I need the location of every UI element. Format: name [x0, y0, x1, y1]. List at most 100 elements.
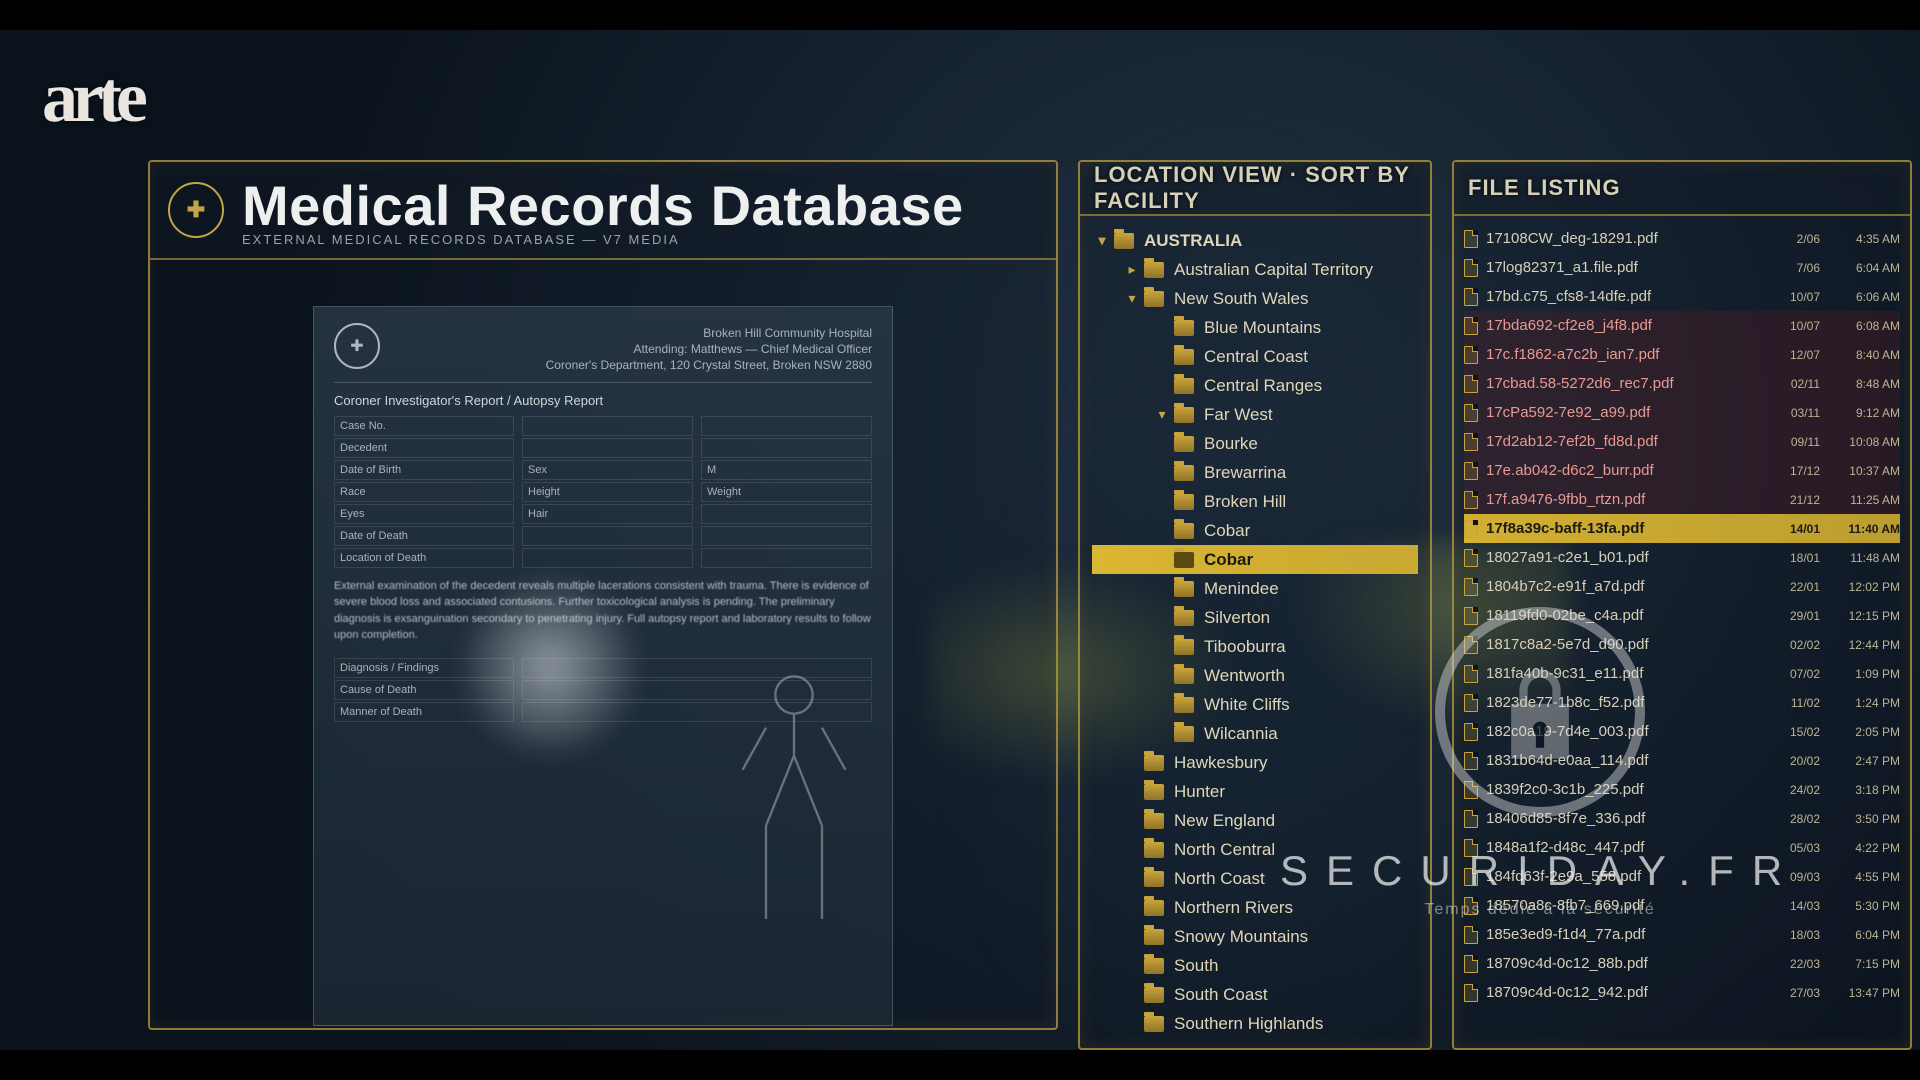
file-row[interactable]: 17f8a39c-baff-13fa.pdf14/0111:40 AM [1464, 514, 1900, 543]
file-row[interactable]: 17e.ab042-d6c2_burr.pdf17/1210:37 AM [1464, 456, 1900, 485]
lock-ring-icon [1435, 607, 1645, 817]
watermark-subtitle: Temps dédié à la sécurité [1280, 901, 1800, 919]
file-row[interactable]: 17cPa592-7e92_a99.pdf03/119:12 AM [1464, 398, 1900, 427]
field-label: Date of Death [334, 526, 514, 546]
expand-icon[interactable]: ▾ [1096, 232, 1108, 249]
folder-icon [1174, 494, 1194, 510]
attending-line: Attending: Matthews — Chief Medical Offi… [334, 341, 872, 357]
tree-item[interactable]: Snowy Mountains [1092, 922, 1418, 951]
tree-item[interactable]: ▾Far West [1092, 400, 1418, 429]
file-row[interactable]: 17bd.c75_cfs8-14dfe.pdf10/076:06 AM [1464, 282, 1900, 311]
tree-item-label: Bourke [1204, 434, 1258, 454]
file-time: 12:02 PM [1820, 580, 1900, 594]
expand-icon[interactable]: ▸ [1126, 261, 1138, 278]
field-label: Location of Death [334, 548, 514, 568]
file-row[interactable]: 1804b7c2-e91f_a7d.pdf22/0112:02 PM [1464, 572, 1900, 601]
field-label: Decedent [334, 438, 514, 458]
file-date: 29/01 [1740, 609, 1820, 623]
file-name: 17bd.c75_cfs8-14dfe.pdf [1486, 288, 1740, 305]
file-icon [1464, 578, 1478, 596]
tree-item-label: Cobar [1204, 550, 1253, 570]
hospital-logo-icon: ✚ [168, 182, 224, 238]
file-time: 3:50 PM [1820, 812, 1900, 826]
tree-item[interactable]: Southern Highlands [1092, 1009, 1418, 1038]
tree-item[interactable]: South [1092, 951, 1418, 980]
file-name: 17cbad.58-5272d6_rec7.pdf [1486, 375, 1740, 392]
file-icon [1464, 520, 1478, 538]
file-row[interactable]: 17f.a9476-9fbb_rtzn.pdf21/1211:25 AM [1464, 485, 1900, 514]
file-time: 7:15 PM [1820, 957, 1900, 971]
tree-item[interactable]: Broken Hill [1092, 487, 1418, 516]
watermark-title: SECURIDAY.FR [1280, 847, 1800, 895]
folder-icon [1174, 552, 1194, 568]
panel-header: ✚ Medical Records Database EXTERNAL MEDI… [150, 162, 1056, 260]
tree-item[interactable]: Cobar [1092, 545, 1418, 574]
file-time: 1:09 PM [1820, 667, 1900, 681]
file-date: 2/06 [1740, 232, 1820, 246]
file-row[interactable]: 17d2ab12-7ef2b_fd8d.pdf09/1110:08 AM [1464, 427, 1900, 456]
file-time: 10:08 AM [1820, 435, 1900, 449]
expand-icon[interactable]: ▾ [1126, 290, 1138, 307]
file-name: 17f8a39c-baff-13fa.pdf [1486, 520, 1740, 537]
tree-item[interactable]: ▾ New South Wales [1092, 284, 1418, 313]
tree-item[interactable]: Brewarrina [1092, 458, 1418, 487]
file-row[interactable]: 17log82371_a1.file.pdf7/066:04 AM [1464, 253, 1900, 282]
file-icon [1464, 607, 1478, 625]
tree-item-label: New South Wales [1174, 289, 1308, 309]
file-row[interactable]: 185e3ed9-f1d4_77a.pdf18/036:04 PM [1464, 920, 1900, 949]
tree-item[interactable]: Blue Mountains [1092, 313, 1418, 342]
file-time: 6:06 AM [1820, 290, 1900, 304]
tree-item[interactable]: ▸Australian Capital Territory [1092, 255, 1418, 284]
document-header: Broken Hill Community Hospital Attending… [334, 325, 872, 383]
file-time: 6:04 PM [1820, 928, 1900, 942]
file-time: 11:40 AM [1820, 522, 1900, 536]
tree-item[interactable]: Bourke [1092, 429, 1418, 458]
file-date: 03/11 [1740, 406, 1820, 420]
folder-icon [1174, 436, 1194, 452]
tree-item[interactable]: ▾AUSTRALIA [1092, 226, 1418, 255]
channel-logo: arte [42, 72, 102, 252]
tree-item[interactable]: Central Coast [1092, 342, 1418, 371]
tree-item-label: Broken Hill [1204, 492, 1286, 512]
file-time: 8:40 AM [1820, 348, 1900, 362]
tree-item[interactable]: South Coast [1092, 980, 1418, 1009]
file-row[interactable]: 17bda692-cf2e8_j4f8.pdf10/076:08 AM [1464, 311, 1900, 340]
file-name: 18709c4d-0c12_942.pdf [1486, 984, 1740, 1001]
xray-glow [460, 567, 640, 767]
folder-icon [1174, 726, 1194, 742]
file-row[interactable]: 17cbad.58-5272d6_rec7.pdf02/118:48 AM [1464, 369, 1900, 398]
folder-icon [1174, 320, 1194, 336]
folder-icon [1144, 262, 1164, 278]
file-row[interactable]: 18709c4d-0c12_942.pdf27/0313:47 PM [1464, 978, 1900, 1007]
tree-item[interactable]: Cobar [1092, 516, 1418, 545]
tree-item[interactable]: Central Ranges [1092, 371, 1418, 400]
folder-icon [1174, 668, 1194, 684]
file-row[interactable]: 17c.f1862-a7c2b_ian7.pdf12/078:40 AM [1464, 340, 1900, 369]
field-label: Eyes [334, 504, 514, 524]
file-name: 17cPa592-7e92_a99.pdf [1486, 404, 1740, 421]
file-row[interactable]: 18709c4d-0c12_88b.pdf22/037:15 PM [1464, 949, 1900, 978]
panel-header: LOCATION VIEW · SORT BY FACILITY [1080, 162, 1430, 216]
tree-item[interactable]: Menindee [1092, 574, 1418, 603]
tree-item-label: Tibooburra [1204, 637, 1286, 657]
field-value: M [701, 460, 872, 480]
field-value [522, 416, 693, 436]
file-date: 18/01 [1740, 551, 1820, 565]
field-label: Race [334, 482, 514, 502]
file-date: 18/03 [1740, 928, 1820, 942]
file-row[interactable]: 17108CW_deg-18291.pdf2/064:35 AM [1464, 224, 1900, 253]
tree-item-label: North Coast [1174, 869, 1265, 889]
expand-icon[interactable]: ▾ [1156, 406, 1168, 423]
tree-item-label: Wilcannia [1204, 724, 1278, 744]
file-time: 10:37 AM [1820, 464, 1900, 478]
tree-item-label: Northern Rivers [1174, 898, 1293, 918]
tree-item-label: Cobar [1204, 521, 1250, 541]
watermark: SECURIDAY.FR Temps dédié à la sécurité [1280, 625, 1800, 919]
folder-icon [1174, 407, 1194, 423]
folder-icon [1174, 523, 1194, 539]
file-row[interactable]: 18027a91-c2e1_b01.pdf18/0111:48 AM [1464, 543, 1900, 572]
tree-item-label: Wentworth [1204, 666, 1285, 686]
file-date: 21/12 [1740, 493, 1820, 507]
file-name: 17log82371_a1.file.pdf [1486, 259, 1740, 276]
file-date: 14/01 [1740, 522, 1820, 536]
